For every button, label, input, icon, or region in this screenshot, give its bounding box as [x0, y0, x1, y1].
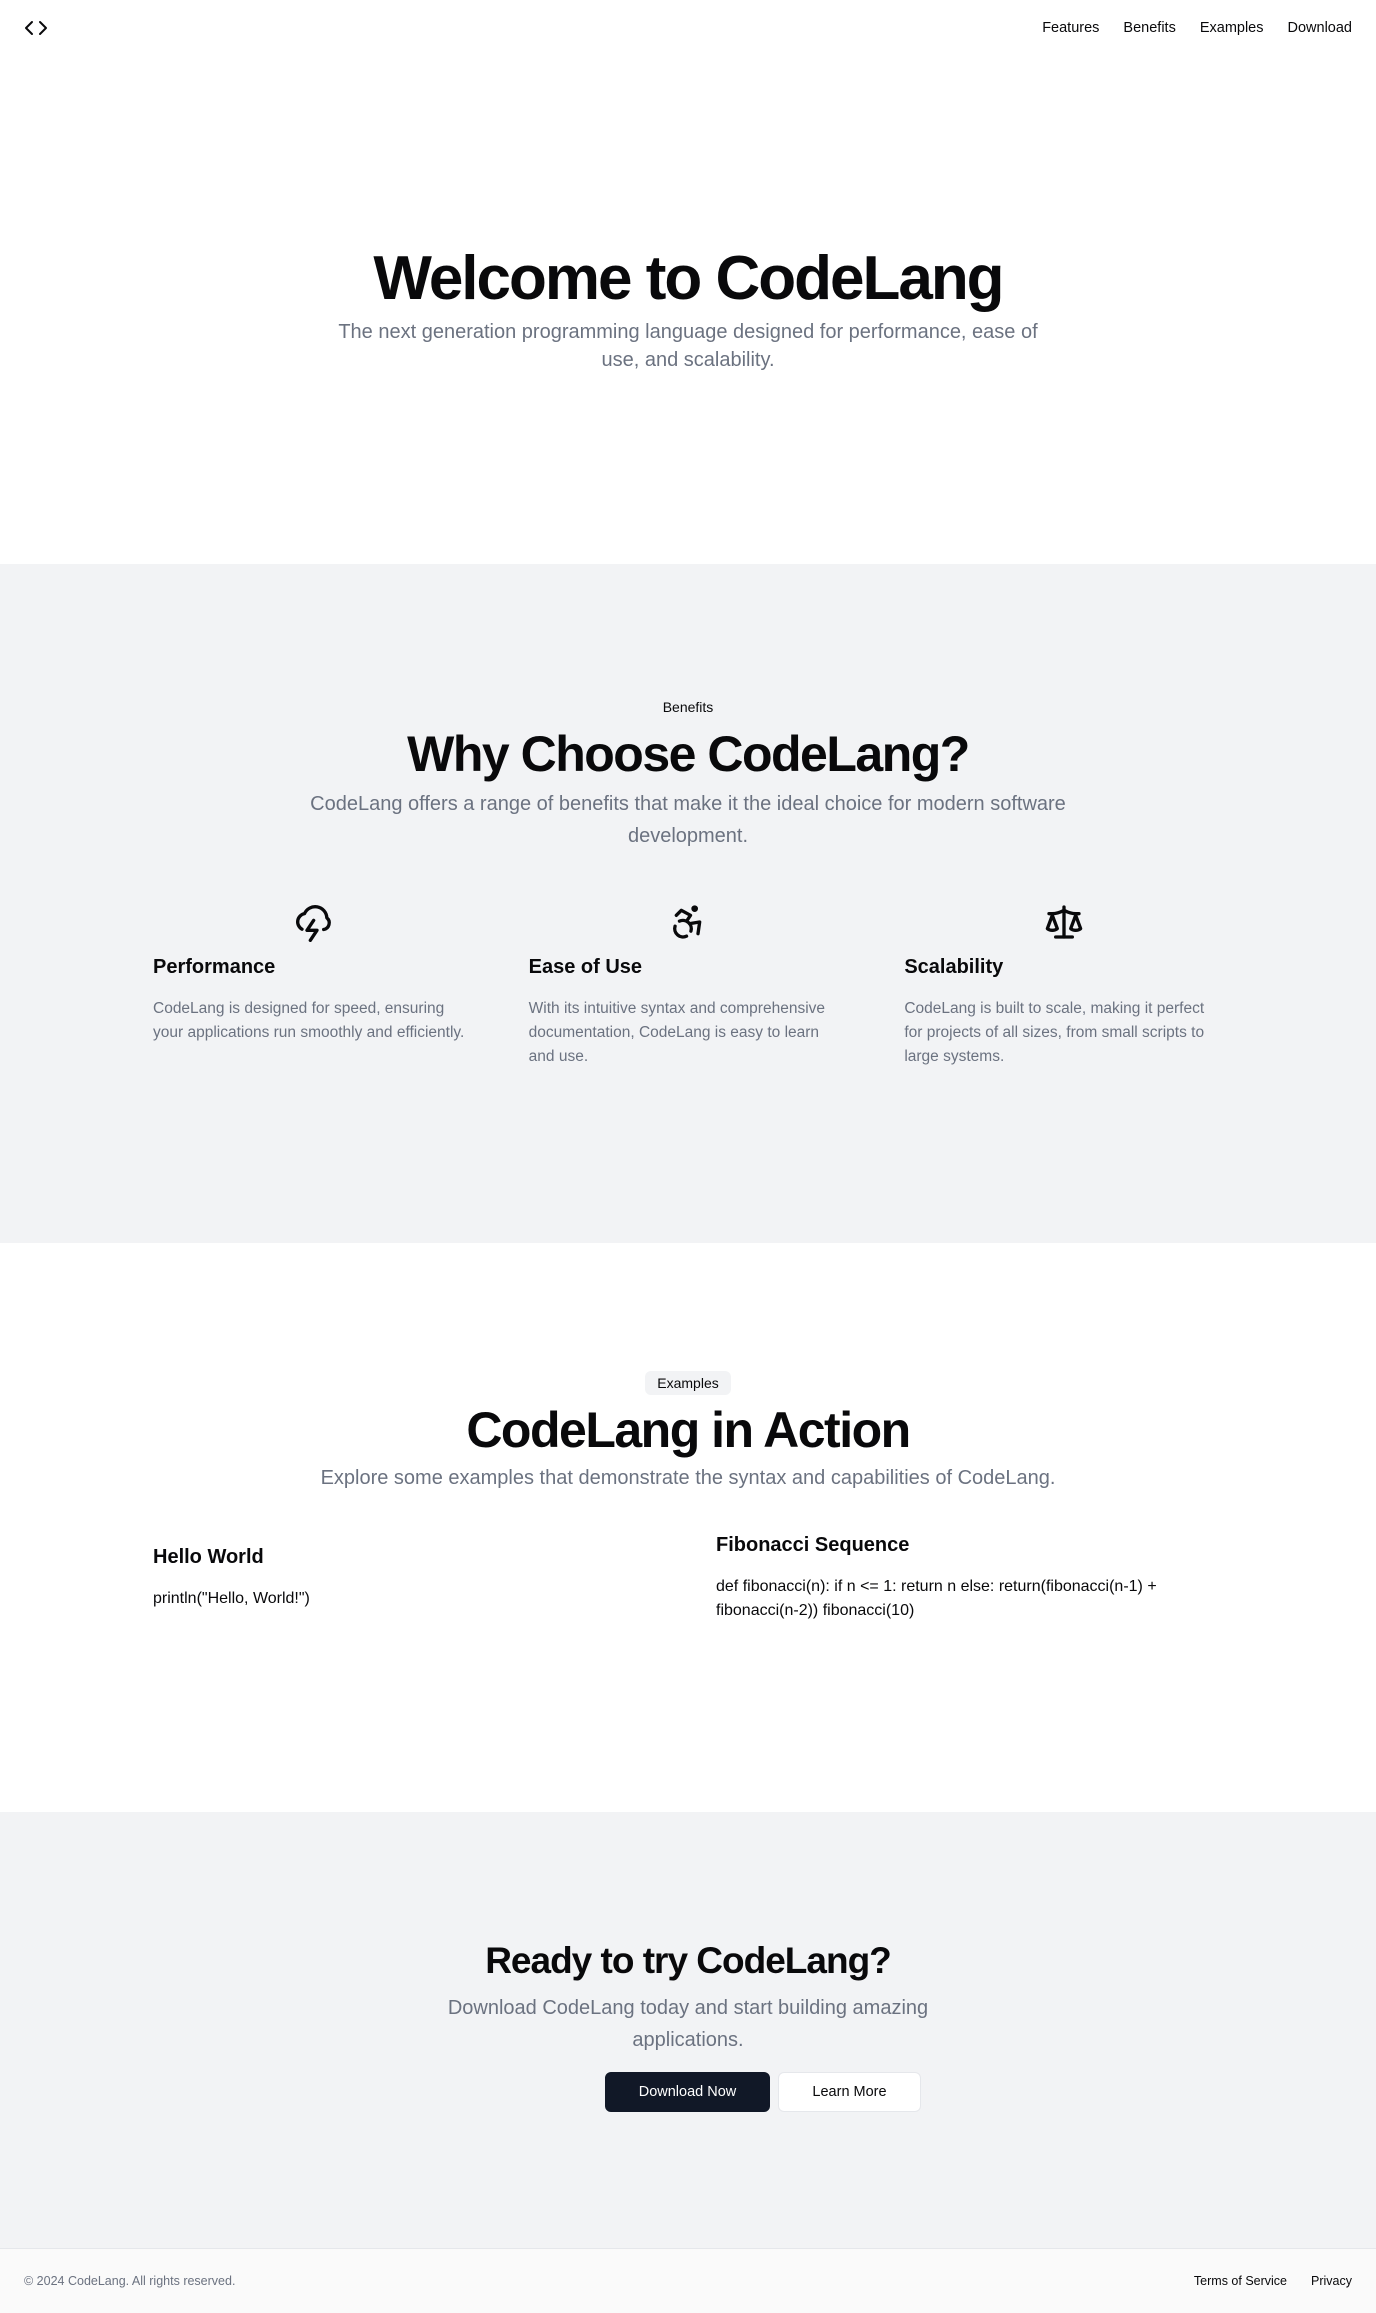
- nav-link-benefits[interactable]: Benefits: [1123, 20, 1175, 36]
- code-brackets-icon[interactable]: [24, 16, 48, 40]
- benefits-badge: Benefits: [662, 699, 714, 715]
- cloud-lightning-icon: [153, 902, 472, 942]
- copyright-text: © 2024 CodeLang. All rights reserved.: [24, 2274, 236, 2288]
- examples-title: CodeLang in Action: [466, 1402, 911, 1458]
- cta-subtitle: Download CodeLang today and start buildi…: [447, 1997, 929, 2051]
- example-hello-world: Hello World println("Hello, World!"): [153, 1546, 660, 1611]
- examples-badge: Examples: [645, 1371, 731, 1395]
- hero-title: Welcome to CodeLang: [373, 244, 1004, 314]
- hero-subtitle: The next generation programming language…: [338, 320, 1038, 371]
- cta-buttons: Download Now Learn More: [0, 2072, 1376, 2112]
- example-code: def fibonacci(n): if n <= 1: return n el…: [716, 1578, 1157, 1619]
- example-title: Fibonacci Sequence: [716, 1534, 910, 1556]
- learn-more-button[interactable]: Learn More: [778, 2072, 921, 2112]
- benefits-title: Why Choose CodeLang?: [407, 726, 970, 782]
- feature-ease-of-use: Ease of Use With its intuitive syntax an…: [529, 902, 848, 1069]
- download-now-button[interactable]: Download Now: [605, 2072, 770, 2112]
- examples-subtitle: Explore some examples that demonstrate t…: [320, 1467, 1056, 1489]
- nav-link-examples[interactable]: Examples: [1200, 20, 1264, 36]
- example-title: Hello World: [153, 1546, 264, 1568]
- footer-links: Terms of Service Privacy: [1194, 2274, 1352, 2288]
- cta-title: Ready to try CodeLang?: [485, 1940, 892, 1981]
- feature-text: CodeLang is built to scale, making it pe…: [904, 1000, 1205, 1065]
- examples-section: Examples CodeLang in Action Explore some…: [0, 1243, 1376, 1812]
- feature-text: CodeLang is designed for speed, ensuring…: [153, 1000, 465, 1041]
- feature-grid: Performance CodeLang is designed for spe…: [153, 902, 1223, 1069]
- accessibility-icon: [529, 902, 848, 942]
- main-nav: Features Benefits Examples Download: [1042, 20, 1352, 36]
- nav-link-download[interactable]: Download: [1288, 20, 1353, 36]
- example-fibonacci: Fibonacci Sequence def fibonacci(n): if …: [716, 1534, 1223, 1623]
- feature-title: Scalability: [904, 956, 1004, 978]
- example-code: println("Hello, World!"): [153, 1590, 310, 1607]
- feature-title: Performance: [153, 956, 276, 978]
- feature-title: Ease of Use: [528, 956, 643, 978]
- terms-link[interactable]: Terms of Service: [1194, 2274, 1287, 2288]
- benefits-section: Benefits Why Choose CodeLang? CodeLang o…: [0, 564, 1376, 1243]
- feature-scalability: Scalability CodeLang is built to scale, …: [904, 902, 1223, 1069]
- examples-grid: Hello World println("Hello, World!") Fib…: [153, 1534, 1223, 1623]
- cta-section: Ready to try CodeLang? Download CodeLang…: [0, 1812, 1376, 2248]
- nav-link-features[interactable]: Features: [1042, 20, 1099, 36]
- site-header: Features Benefits Examples Download: [0, 0, 1376, 56]
- scale-icon: [904, 902, 1223, 942]
- site-footer: © 2024 CodeLang. All rights reserved. Te…: [0, 2248, 1376, 2313]
- benefits-subtitle: CodeLang offers a range of benefits that…: [310, 793, 1066, 847]
- feature-text: With its intuitive syntax and comprehens…: [528, 1000, 826, 1065]
- hero-section: Welcome to CodeLang The next generation …: [0, 56, 1376, 564]
- feature-performance: Performance CodeLang is designed for spe…: [153, 902, 472, 1069]
- privacy-link[interactable]: Privacy: [1311, 2274, 1352, 2288]
